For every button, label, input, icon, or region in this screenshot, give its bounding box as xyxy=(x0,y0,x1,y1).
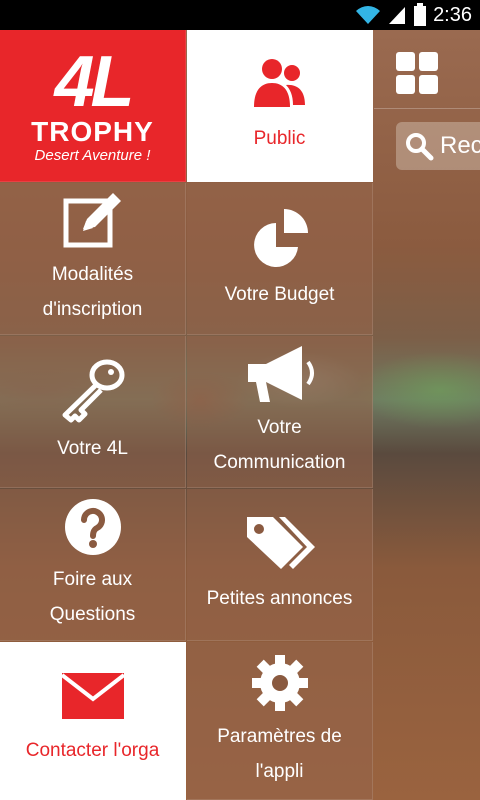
tile-faq[interactable]: Foire aux Questions xyxy=(0,489,186,641)
key-icon xyxy=(62,359,124,423)
tile-parametres-label-1: Paramètres de xyxy=(217,725,342,747)
search-box[interactable]: Rec xyxy=(396,122,480,170)
brand-logo-tile[interactable]: 4L TROPHY Desert Aventure ! xyxy=(0,30,186,182)
tile-parametres-label-2: l'appli xyxy=(255,760,304,782)
tile-annonces[interactable]: Petites annonces xyxy=(187,489,373,641)
search-text: Rec xyxy=(440,132,480,159)
tags-icon xyxy=(246,517,315,569)
tile-communication[interactable]: Votre Communication xyxy=(187,336,373,488)
tile-budget-label: Votre Budget xyxy=(224,284,335,305)
question-icon xyxy=(64,498,121,555)
users-icon xyxy=(253,59,305,107)
grid-icon[interactable] xyxy=(396,52,438,94)
tile-modalites-label-1: Modalités xyxy=(51,263,134,285)
tile-contact-label: Contacter l'orga xyxy=(25,740,160,761)
tile-modalites[interactable]: Modalités d'inscription xyxy=(0,183,186,335)
tile-communication-label-2: Communication xyxy=(213,451,346,473)
signal-icon xyxy=(389,7,406,24)
tile-modalites-label-2: d'inscription xyxy=(42,298,143,320)
megaphone-icon xyxy=(247,345,314,402)
main-content-panel: Rec xyxy=(374,30,480,800)
edit-icon xyxy=(63,192,121,247)
tile-annonces-label: Petites annonces xyxy=(206,588,353,609)
tile-votre-4l-label: Votre 4L xyxy=(57,438,128,459)
tile-public-label: Public xyxy=(253,128,306,149)
battery-icon xyxy=(414,3,427,26)
tile-budget[interactable]: Votre Budget xyxy=(187,183,373,335)
status-bar: 2:36 xyxy=(0,0,480,30)
tile-votre-4l[interactable]: Votre 4L xyxy=(0,336,186,488)
tile-faq-label-2: Questions xyxy=(49,603,136,625)
mail-icon xyxy=(61,673,124,719)
brand-logo-name: TROPHY xyxy=(31,115,154,147)
gear-icon xyxy=(251,654,308,711)
tile-parametres[interactable]: Paramètres de l'appli xyxy=(187,642,373,800)
tile-communication-label-1: Votre xyxy=(257,416,302,438)
brand-tagline: Desert Aventure ! xyxy=(34,146,151,164)
tile-public[interactable]: Public xyxy=(187,30,373,182)
status-time: 2:36 xyxy=(433,3,472,26)
divider xyxy=(374,108,480,109)
tile-contact[interactable]: Contacter l'orga xyxy=(0,642,186,800)
pie-chart-icon xyxy=(253,209,308,267)
navigation-menu: 4L TROPHY Desert Aventure ! Public Modal… xyxy=(0,30,374,800)
search-icon xyxy=(406,133,434,161)
wifi-icon xyxy=(356,6,381,24)
tile-faq-label-1: Foire aux xyxy=(52,568,133,590)
brand-logo-4l: 4L xyxy=(54,41,134,122)
